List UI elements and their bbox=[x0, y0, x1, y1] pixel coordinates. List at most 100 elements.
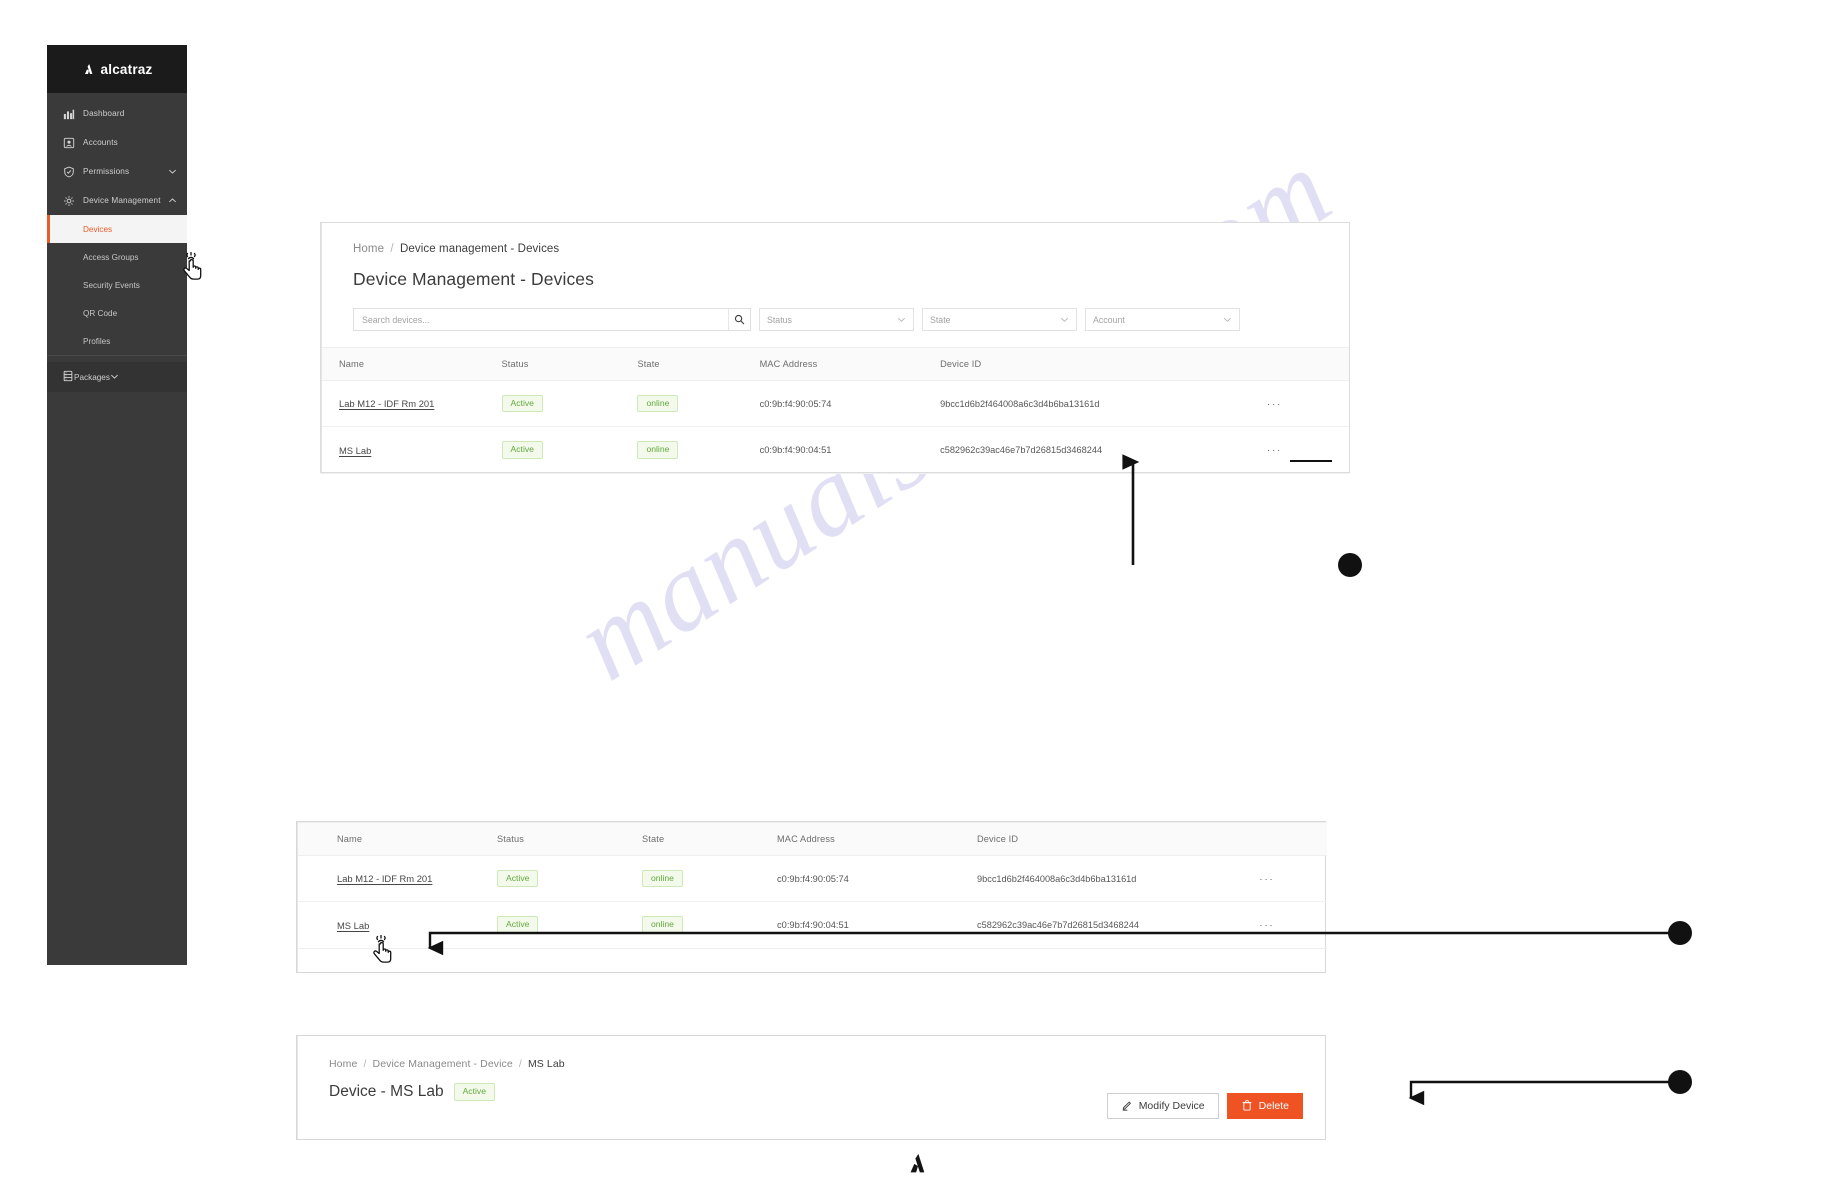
device-id-value: 9bcc1d6b2f464008a6c3d4b6ba13161d bbox=[977, 873, 1137, 884]
mac-address-value: c0:9b:f4:90:05:74 bbox=[777, 873, 849, 884]
state-badge: online bbox=[637, 441, 679, 459]
state-filter-select[interactable]: State bbox=[922, 308, 1077, 331]
chevron-up-icon[interactable] bbox=[168, 196, 177, 205]
chevron-down-icon[interactable] bbox=[168, 167, 177, 176]
search-box[interactable] bbox=[353, 308, 751, 331]
row-actions-menu-icon[interactable]: ··· bbox=[1200, 426, 1349, 474]
status-badge: Active bbox=[453, 1083, 495, 1101]
breadcrumb-separator: / bbox=[390, 243, 394, 255]
breadcrumb-home[interactable]: Home bbox=[329, 1058, 357, 1070]
brand-name: alcatraz bbox=[100, 61, 153, 77]
sidebar-item-devices[interactable]: Devices bbox=[47, 215, 187, 243]
sidebar-item-permissions[interactable]: Permissions bbox=[47, 157, 187, 186]
gear-icon bbox=[62, 194, 75, 207]
mac-address-value: c0:9b:f4:90:04:51 bbox=[759, 445, 832, 456]
sidebar-item-label: Packages bbox=[74, 372, 110, 382]
annotation-overlay bbox=[427, 454, 1692, 1106]
chevron-down-icon bbox=[897, 315, 906, 324]
trash-icon bbox=[1241, 1099, 1253, 1114]
device-name-link[interactable]: Lab M12 - IDF Rm 201 bbox=[337, 873, 432, 884]
delete-button[interactable]: Delete bbox=[1226, 1093, 1303, 1119]
column-header-device-id[interactable]: Device ID bbox=[977, 822, 1207, 856]
table-row[interactable]: Lab M12 - IDF Rm 201 Active online c0:9b… bbox=[321, 380, 1349, 428]
device-detail-panel: Home / Device Management - Device / MS L… bbox=[296, 1035, 1326, 1140]
sidebar-item-label: Dashboard bbox=[83, 109, 125, 118]
delete-label: Delete bbox=[1258, 1100, 1289, 1112]
column-header-name[interactable]: Name bbox=[297, 822, 497, 856]
column-header-actions bbox=[1200, 347, 1349, 381]
row-actions-menu-icon[interactable]: ··· bbox=[1207, 901, 1327, 949]
breadcrumb-separator: / bbox=[518, 1058, 522, 1070]
bar-chart-icon bbox=[62, 107, 75, 120]
column-header-device-id[interactable]: Device ID bbox=[940, 347, 1201, 381]
sidebar-subitem-label: Access Groups bbox=[83, 252, 139, 262]
annotation-marker-1 bbox=[1122, 454, 1362, 577]
table-row[interactable]: Lab M12 - IDF Rm 201 Active online c0:9b… bbox=[297, 855, 1327, 903]
breadcrumb: Home / Device management - Devices bbox=[353, 243, 1321, 255]
row-actions-menu-icon[interactable]: ··· bbox=[1200, 380, 1349, 428]
breadcrumb-home[interactable]: Home bbox=[353, 243, 384, 255]
breadcrumb-current: Device management - Devices bbox=[399, 243, 560, 255]
column-header-status[interactable]: Status bbox=[501, 347, 638, 381]
status-badge: Active bbox=[501, 395, 543, 413]
search-icon[interactable] bbox=[728, 309, 750, 330]
device-id-value: c582962c39ac46e7b7d26815d3468244 bbox=[977, 920, 1139, 931]
sidebar-item-label: Device Management bbox=[83, 196, 161, 205]
sidebar-nav: Dashboard Accounts Permissions Device Ma… bbox=[47, 93, 187, 392]
status-badge: Active bbox=[497, 916, 539, 934]
sidebar-item-packages[interactable]: Packages bbox=[47, 362, 187, 392]
breadcrumb-separator: / bbox=[363, 1058, 367, 1070]
sidebar-item-dashboard[interactable]: Dashboard bbox=[47, 99, 187, 128]
chevron-down-icon bbox=[1223, 315, 1232, 324]
sidebar-item-profiles[interactable]: Profiles bbox=[47, 327, 187, 355]
status-badge: Active bbox=[501, 441, 543, 459]
sidebar-item-access-groups[interactable]: Access Groups bbox=[47, 243, 187, 271]
annotation-marker-3 bbox=[1408, 1070, 1692, 1106]
table-row[interactable]: MS Lab Active online c0:9b:f4:90:04:51 c… bbox=[321, 426, 1349, 474]
column-header-name[interactable]: Name bbox=[321, 347, 502, 381]
sidebar-item-security-events[interactable]: Security Events bbox=[47, 271, 187, 299]
breadcrumb-current: MS Lab bbox=[527, 1058, 565, 1070]
sidebar-brand-logo[interactable]: alcatraz bbox=[47, 45, 187, 93]
modify-device-label: Modify Device bbox=[1138, 1100, 1205, 1112]
alcatraz-a-logo-icon bbox=[82, 63, 95, 76]
column-header-mac[interactable]: MAC Address bbox=[777, 822, 977, 856]
chevron-down-icon bbox=[1060, 315, 1069, 324]
column-header-state[interactable]: State bbox=[642, 822, 777, 856]
sidebar-item-accounts[interactable]: Accounts bbox=[47, 128, 187, 157]
sidebar-item-qr-code[interactable]: QR Code bbox=[47, 299, 187, 327]
status-filter-select[interactable]: Status bbox=[759, 308, 914, 331]
page-title: Device - MS Lab bbox=[329, 1083, 444, 1100]
mac-address-value: c0:9b:f4:90:04:51 bbox=[777, 920, 849, 931]
state-filter-label: State bbox=[930, 314, 951, 325]
table-row[interactable]: MS Lab Active online c0:9b:f4:90:04:51 c… bbox=[297, 901, 1327, 949]
account-filter-label: Account bbox=[1093, 314, 1125, 325]
sidebar-item-label: Accounts bbox=[83, 138, 118, 147]
sidebar-item-device-management[interactable]: Device Management bbox=[47, 186, 187, 215]
search-input[interactable] bbox=[354, 309, 728, 330]
column-header-status[interactable]: Status bbox=[497, 822, 642, 856]
device-id-value: c582962c39ac46e7b7d26815d3468244 bbox=[940, 445, 1103, 456]
sidebar-item-label: Permissions bbox=[83, 167, 130, 176]
device-name-link[interactable]: MS Lab bbox=[339, 445, 371, 456]
state-badge: online bbox=[642, 870, 683, 888]
detail-actions: Modify Device Delete bbox=[1106, 1093, 1303, 1119]
alcatraz-a-logo-icon bbox=[905, 1153, 931, 1182]
sidebar-subitem-label: QR Code bbox=[83, 308, 118, 318]
column-header-mac[interactable]: MAC Address bbox=[759, 347, 941, 381]
chevron-down-icon[interactable] bbox=[110, 372, 119, 383]
devices-table: Name Status State MAC Address Device ID … bbox=[321, 347, 1349, 474]
server-stack-icon bbox=[62, 370, 74, 384]
device-name-link[interactable]: Lab M12 - IDF Rm 201 bbox=[339, 398, 434, 409]
devices-table-panel: Name Status State MAC Address Device ID … bbox=[296, 821, 1327, 973]
shield-check-icon bbox=[62, 165, 75, 178]
column-header-state[interactable]: State bbox=[637, 347, 760, 381]
devices-table-2: Name Status State MAC Address Device ID … bbox=[297, 822, 1327, 949]
account-filter-select[interactable]: Account bbox=[1085, 308, 1240, 331]
row-actions-menu-icon[interactable]: ··· bbox=[1207, 855, 1327, 903]
modify-device-button[interactable]: Modify Device bbox=[1106, 1093, 1219, 1119]
breadcrumb-section[interactable]: Device Management - Device bbox=[373, 1058, 513, 1070]
sidebar-subitem-label: Devices bbox=[83, 224, 113, 234]
breadcrumb: Home / Device Management - Device / MS L… bbox=[329, 1058, 1325, 1070]
ms-lab-name-link[interactable]: MS Lab bbox=[337, 920, 369, 931]
